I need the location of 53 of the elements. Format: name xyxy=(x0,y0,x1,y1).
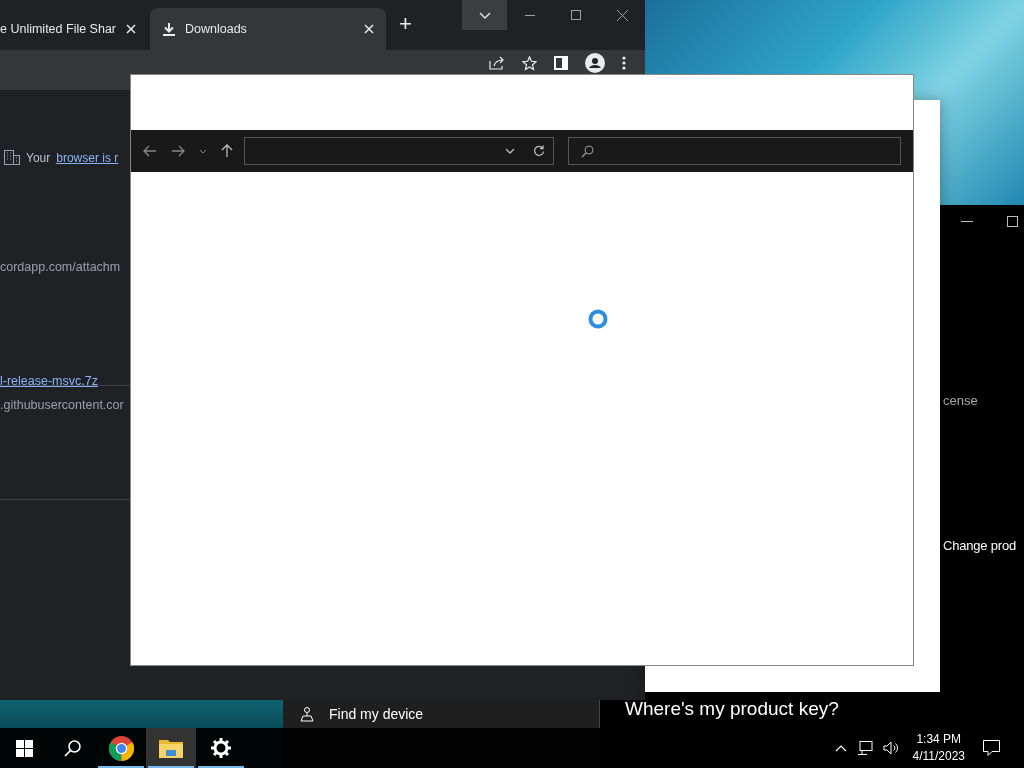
settings-text: Change prod xyxy=(943,538,1016,553)
profile-icon[interactable] xyxy=(585,53,605,73)
refresh-icon[interactable] xyxy=(533,145,545,157)
new-tab-button[interactable]: + xyxy=(391,11,420,37)
download-url: cordapp.com/attachm xyxy=(0,260,122,274)
running-indicator xyxy=(98,766,144,768)
chevron-down-icon[interactable] xyxy=(505,148,515,154)
browser-tab[interactable]: Downloads xyxy=(150,8,386,50)
chevron-down-icon xyxy=(478,11,491,19)
download-icon xyxy=(163,22,175,36)
network-icon[interactable] xyxy=(856,741,873,755)
building-icon xyxy=(4,150,20,165)
forward-arrow-icon[interactable] xyxy=(171,145,185,157)
browser-tab[interactable]: e Unlimited File Shar xyxy=(0,8,150,50)
clock[interactable]: 1:34 PM 4/11/2023 xyxy=(912,731,965,765)
chevron-down-icon[interactable] xyxy=(199,148,207,154)
tab-search-button[interactable] xyxy=(462,0,507,30)
gear-icon xyxy=(211,738,231,758)
search-icon xyxy=(581,144,594,158)
star-icon[interactable] xyxy=(522,55,537,71)
clock-date: 4/11/2023 xyxy=(912,748,965,765)
close-icon[interactable] xyxy=(616,9,628,21)
running-indicator xyxy=(148,766,194,768)
browser-logo-icon xyxy=(108,735,134,761)
minimize-icon[interactable] xyxy=(961,220,973,223)
minimize-icon[interactable] xyxy=(525,14,535,16)
download-url: .githubusercontent.cor xyxy=(0,398,125,412)
clock-time: 1:34 PM xyxy=(916,731,962,748)
notice-text: Your xyxy=(26,150,51,165)
side-panel-icon[interactable] xyxy=(554,56,568,70)
folder-icon xyxy=(159,738,183,758)
search-icon[interactable] xyxy=(63,739,81,757)
running-indicator xyxy=(198,766,244,768)
section-heading: Where's my product key? xyxy=(625,698,839,720)
taskbar-app[interactable] xyxy=(146,728,196,768)
maximize-icon[interactable] xyxy=(1007,216,1018,227)
share-icon[interactable] xyxy=(489,56,505,70)
menu-icon[interactable] xyxy=(622,56,626,70)
settings-text: cense xyxy=(943,393,978,408)
up-arrow-icon[interactable] xyxy=(221,144,233,158)
loading-spinner-icon xyxy=(588,309,608,329)
maximize-icon[interactable] xyxy=(571,10,581,20)
chevron-up-icon[interactable] xyxy=(834,744,847,752)
file-link[interactable]: l-release-msvc.7z xyxy=(0,374,130,388)
start-icon[interactable] xyxy=(15,739,33,757)
notification-icon[interactable] xyxy=(983,740,1000,756)
person-pin-icon xyxy=(299,706,315,722)
search-field[interactable] xyxy=(568,137,901,165)
address-field[interactable] xyxy=(244,137,554,165)
notice-link[interactable]: browser is r xyxy=(56,150,119,165)
volume-icon[interactable] xyxy=(882,741,899,755)
nav-item[interactable]: Find my device xyxy=(283,700,599,728)
back-arrow-icon[interactable] xyxy=(143,145,157,157)
